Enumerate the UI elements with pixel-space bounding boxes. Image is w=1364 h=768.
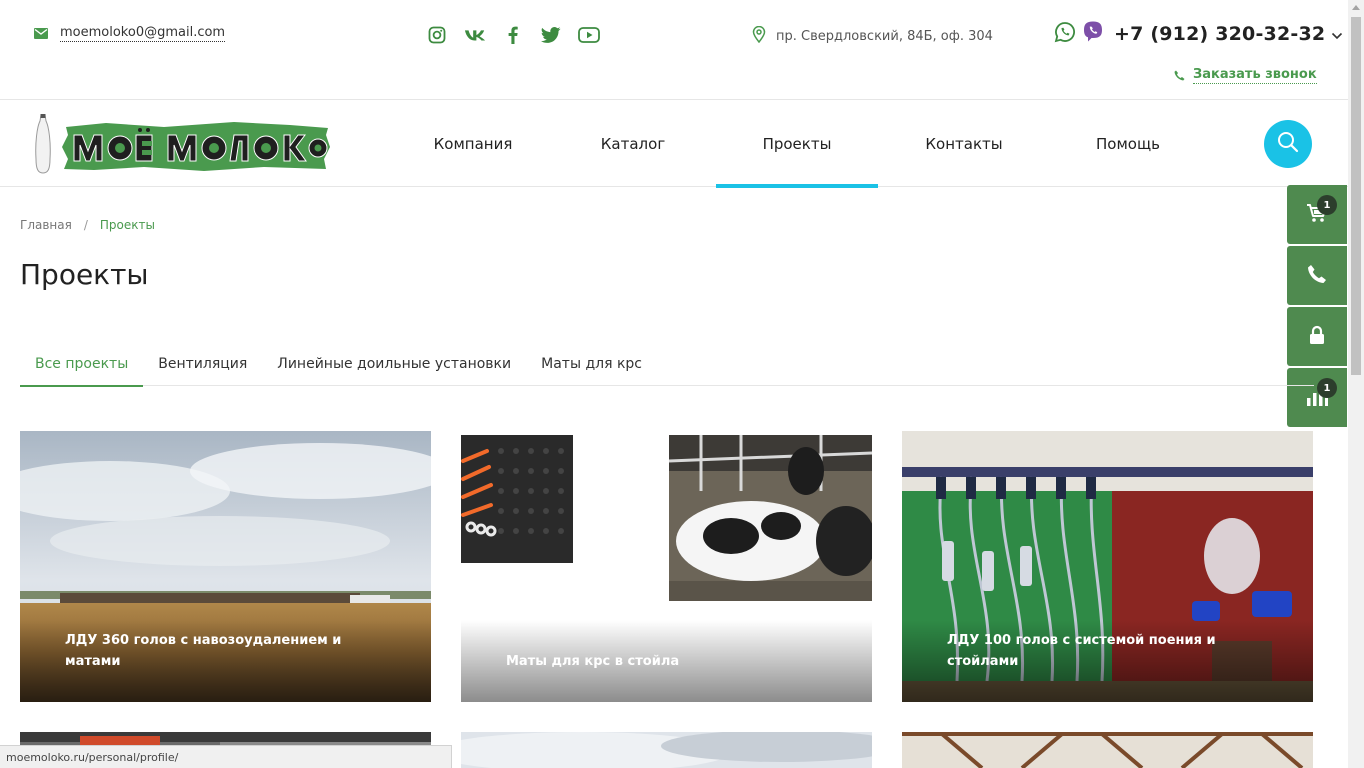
viber-icon[interactable] (1082, 20, 1104, 48)
project-card[interactable]: ЛДУ 100 голов с системой поения и стойла… (902, 431, 1313, 702)
callback-block: Заказать звонок (1174, 66, 1317, 85)
status-url: moemoloko.ru/personal/profile/ (6, 750, 179, 764)
address-text: пр. Свердловский, 84Б, оф. 304 (776, 29, 993, 44)
whatsapp-icon[interactable] (1054, 21, 1076, 47)
nav-item-company[interactable]: Компания (396, 101, 550, 187)
card-title: Маты для крс в стойла (506, 654, 680, 669)
scrollbar-thumb[interactable] (1351, 17, 1361, 375)
top-bar: moemoloko0@gmail.com пр. Свердловский, 8… (0, 0, 1348, 100)
card-title: ЛДУ 360 голов с навозоудалением и матами (65, 633, 342, 669)
facebook-icon[interactable] (502, 24, 524, 46)
project-card-partial[interactable] (902, 732, 1313, 768)
browser-status-bar: moemoloko.ru/personal/profile/ (0, 745, 452, 768)
breadcrumb: Главная / Проекты (20, 218, 155, 232)
vk-icon[interactable] (464, 24, 486, 46)
phone-number[interactable]: +7 (912) 320-32-32 (1114, 23, 1325, 45)
project-filter-tabs: Все проекты Вентиляция Линейные доильные… (20, 342, 1314, 387)
email-link[interactable]: moemoloko0@gmail.com (60, 25, 226, 42)
social-links (426, 24, 600, 46)
twitter-icon[interactable] (540, 24, 562, 46)
project-card[interactable]: Маты для крс в стойла (461, 431, 872, 702)
search-button[interactable] (1264, 120, 1312, 168)
scroll-up-icon[interactable] (1352, 5, 1360, 10)
breadcrumb-home[interactable]: Главная (20, 218, 72, 232)
email-block: moemoloko0@gmail.com (34, 24, 226, 43)
page-title: Проекты (20, 258, 149, 291)
search-icon (1277, 131, 1299, 157)
side-widgets: 1 1 (1287, 185, 1347, 429)
tab-cattle-mats[interactable]: Маты для крс (526, 342, 657, 386)
chevron-down-icon[interactable] (1331, 25, 1343, 44)
breadcrumb-current: Проекты (99, 218, 155, 232)
site-logo[interactable] (34, 113, 330, 175)
compare-badge: 1 (1317, 378, 1337, 398)
main-header: Компания Каталог Проекты Контакты Помощь (0, 101, 1348, 188)
tab-ventilation[interactable]: Вентиляция (143, 342, 262, 386)
nav-item-help[interactable]: Помощь (1050, 101, 1206, 187)
map-pin-icon (752, 25, 766, 47)
phone-icon (1174, 66, 1185, 85)
cart-widget[interactable]: 1 (1287, 185, 1347, 244)
callback-link[interactable]: Заказать звонок (1193, 67, 1317, 84)
nav-item-contacts[interactable]: Контакты (878, 101, 1050, 187)
tab-all-projects[interactable]: Все проекты (20, 342, 144, 387)
address-block: пр. Свердловский, 84Б, оф. 304 (752, 25, 993, 47)
project-image-partial (461, 732, 872, 768)
call-widget[interactable] (1287, 246, 1347, 305)
phone-icon (1307, 264, 1327, 288)
instagram-icon[interactable] (426, 24, 448, 46)
nav-item-catalog[interactable]: Каталог (550, 101, 716, 187)
main-nav: Компания Каталог Проекты Контакты Помощь (396, 101, 1206, 188)
cart-badge: 1 (1317, 195, 1337, 215)
phone-block: +7 (912) 320-32-32 (1054, 20, 1343, 48)
breadcrumb-separator: / (83, 218, 88, 232)
card-title: ЛДУ 100 голов с системой поения и стойла… (947, 633, 1216, 669)
tab-milking-systems[interactable]: Линейные доильные установки (262, 342, 526, 386)
project-image-partial (902, 732, 1313, 768)
nav-item-projects[interactable]: Проекты (716, 101, 878, 188)
page-scrollbar[interactable] (1348, 0, 1364, 768)
project-card[interactable]: ЛДУ 360 голов с навозоудалением и матами (20, 431, 431, 702)
envelope-icon (34, 24, 48, 43)
youtube-icon[interactable] (578, 24, 600, 46)
project-card-partial[interactable] (461, 732, 872, 768)
